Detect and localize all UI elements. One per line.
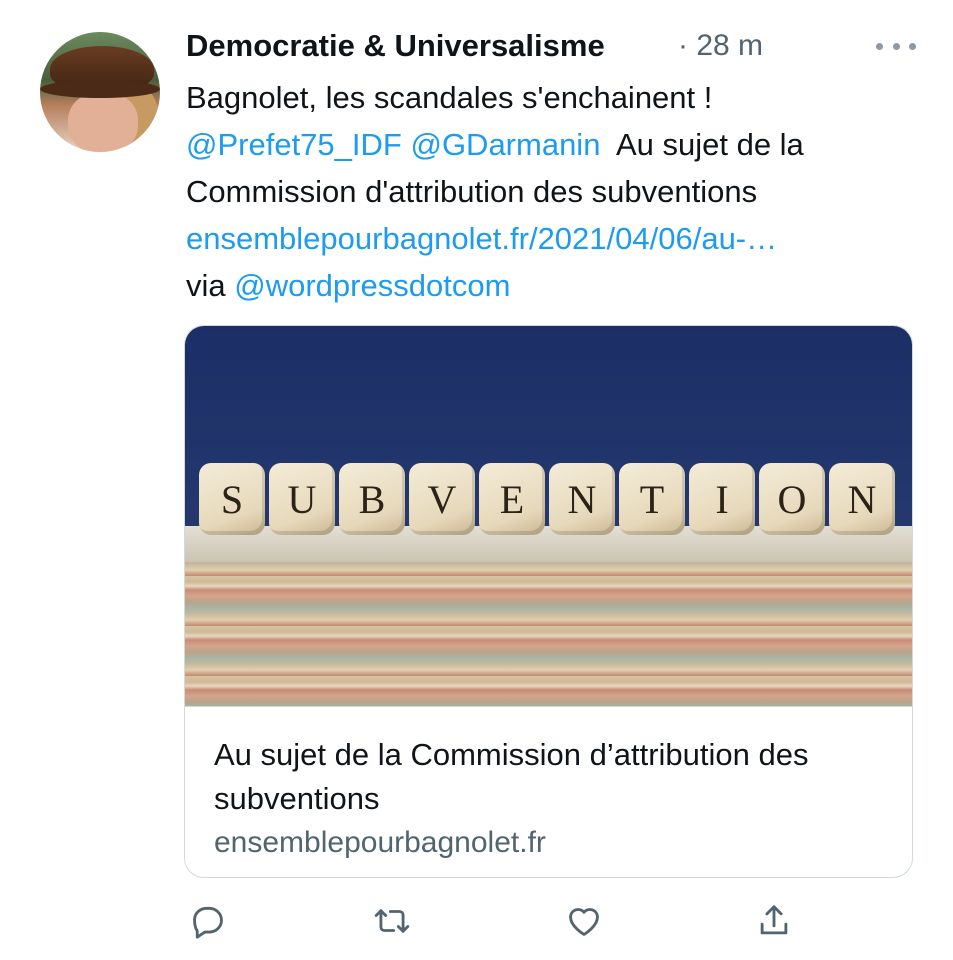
mention-wordpress[interactable]: @wordpressdotcom	[234, 268, 510, 303]
timestamp[interactable]: 28 m	[696, 29, 763, 62]
retweet-icon[interactable]	[370, 898, 414, 944]
author-name[interactable]: Democratie & Universalisme	[186, 24, 605, 68]
heart-icon[interactable]	[562, 898, 606, 944]
die-letter: U	[269, 463, 335, 535]
die-letter: B	[339, 463, 405, 535]
via-label: via	[186, 268, 226, 303]
tweet-meta: · 28 m	[678, 24, 763, 68]
text-segment: Au sujet de la	[615, 127, 804, 162]
card-title[interactable]: Au sujet de la Commission d’attribution …	[214, 733, 894, 821]
tweet-text: Bagnolet, les scandales s'enchainent ! @…	[186, 74, 926, 309]
die-letter: V	[409, 463, 475, 535]
text-line-3: Commission d'attribution des subventions	[186, 174, 758, 209]
die-letter: E	[479, 463, 545, 535]
die-letter: N	[549, 463, 615, 535]
tweet-header: Democratie & Universalisme · 28 m	[186, 24, 916, 68]
share-icon[interactable]	[752, 898, 796, 944]
tweet: Democratie & Universalisme · 28 m Bagnol…	[0, 0, 953, 960]
die-letter: O	[759, 463, 825, 535]
text-line-2: @Prefet75_IDF @GDarmanin Au sujet de la	[186, 121, 926, 168]
action-bar	[186, 898, 796, 944]
card-footer[interactable]: Au sujet de la Commission d’attribution …	[185, 706, 912, 877]
die-letter: T	[619, 463, 685, 535]
avatar[interactable]	[40, 32, 160, 152]
die-letter: N	[829, 463, 895, 535]
tweet-link[interactable]: ensemblepourbagnolet.fr/2021/04/06/au-…	[186, 215, 926, 262]
reply-icon[interactable]	[186, 898, 230, 944]
text-line-1: Bagnolet, les scandales s'enchainent !	[186, 80, 713, 115]
card-image[interactable]: S U B V E N T I O N	[185, 326, 912, 706]
more-options-icon[interactable]	[876, 24, 916, 68]
link-preview-card[interactable]: S U B V E N T I O N Au sujet de la Commi…	[184, 325, 913, 878]
separator: ·	[678, 29, 688, 62]
mention-darmanin[interactable]: @GDarmanin	[410, 127, 600, 162]
letter-dice: S U B V E N T I O N	[199, 463, 899, 541]
die-letter: S	[199, 463, 265, 535]
text-line-5: via @wordpressdotcom	[186, 262, 926, 309]
card-domain: ensemblepourbagnolet.fr	[214, 826, 546, 859]
mention-prefet[interactable]: @Prefet75_IDF	[186, 127, 402, 162]
die-letter: I	[689, 463, 755, 535]
